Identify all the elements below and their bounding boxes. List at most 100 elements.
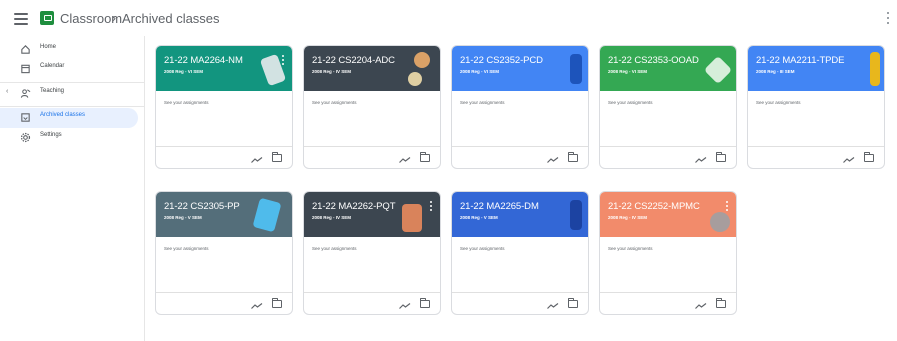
- see-assignments-link[interactable]: See your assignments: [164, 100, 209, 105]
- class-card-title[interactable]: 21-22 CS2353-OOAD: [608, 55, 699, 66]
- card-divider: [156, 146, 292, 147]
- see-assignments-link[interactable]: See your assignments: [312, 246, 357, 251]
- folder-icon[interactable]: [272, 298, 282, 308]
- card-divider: [304, 146, 440, 147]
- class-card-banner[interactable]: 21-22 MA2265-DM 2008 Reg - V SEM: [452, 192, 588, 237]
- classroom-logo-icon[interactable]: [40, 11, 54, 25]
- trending-icon[interactable]: [399, 157, 411, 163]
- class-card-title[interactable]: 21-22 CS2352-PCD: [460, 55, 543, 66]
- class-card-title[interactable]: 21-22 MA2264-NM: [164, 55, 243, 66]
- folder-icon[interactable]: [568, 298, 578, 308]
- banner-illustration: [703, 55, 733, 85]
- class-card-banner[interactable]: 21-22 MA2262-PQT 2008 Reg - IV SEM: [304, 192, 440, 237]
- class-card[interactable]: 21-22 MA2262-PQT 2008 Reg - IV SEM See y…: [303, 191, 441, 315]
- class-card-title[interactable]: 21-22 CS2305-PP: [164, 201, 240, 212]
- trending-icon[interactable]: [251, 157, 263, 163]
- more-options-icon[interactable]: [887, 12, 891, 24]
- class-card[interactable]: 21-22 MA2211-TPDE 2008 Reg - III SEM See…: [747, 45, 885, 169]
- see-assignments-link[interactable]: See your assignments: [164, 246, 209, 251]
- calendar-icon: [21, 64, 30, 74]
- sidebar: Home Calendar ‹ Teaching Archived classe…: [0, 36, 145, 341]
- class-card-banner[interactable]: 21-22 CS2305-PP 2008 Reg - V SEM: [156, 192, 292, 237]
- class-card-banner[interactable]: 21-22 MA2264-NM 2008 Reg - VI SEM: [156, 46, 292, 91]
- more-options-icon[interactable]: [726, 201, 729, 211]
- expand-caret-icon[interactable]: ‹: [6, 88, 8, 95]
- more-options-icon[interactable]: [430, 201, 433, 211]
- main-menu-icon[interactable]: [14, 13, 28, 25]
- more-options-icon[interactable]: [282, 55, 285, 65]
- see-assignments-link[interactable]: See your assignments: [460, 100, 505, 105]
- breadcrumb-separator: ›: [112, 11, 116, 25]
- see-assignments-link[interactable]: See your assignments: [608, 100, 653, 105]
- folder-icon[interactable]: [420, 298, 430, 308]
- class-card-title[interactable]: 21-22 MA2262-PQT: [312, 201, 396, 212]
- class-card-banner[interactable]: 21-22 CS2352-PCD 2008 Reg - VI SEM: [452, 46, 588, 91]
- trending-icon[interactable]: [251, 303, 263, 309]
- folder-icon[interactable]: [864, 152, 874, 162]
- folder-icon[interactable]: [272, 152, 282, 162]
- see-assignments-link[interactable]: See your assignments: [460, 246, 505, 251]
- class-card-subtitle: 2008 Reg - IV SEM: [312, 69, 352, 74]
- sidebar-item-settings[interactable]: Settings: [0, 128, 138, 148]
- trending-icon[interactable]: [399, 303, 411, 309]
- page-title: Archived classes: [122, 11, 220, 26]
- class-card-subtitle: 2008 Reg - IV SEM: [608, 215, 648, 220]
- class-card-subtitle: 2008 Reg - IV SEM: [312, 215, 352, 220]
- sidebar-item-label: Settings: [40, 132, 62, 138]
- class-card[interactable]: 21-22 MA2265-DM 2008 Reg - V SEM See you…: [451, 191, 589, 315]
- class-card[interactable]: 21-22 CS2252-MPMC 2008 Reg - IV SEM See …: [599, 191, 737, 315]
- class-card-subtitle: 2008 Reg - III SEM: [756, 69, 795, 74]
- class-card-title[interactable]: 21-22 MA2265-DM: [460, 201, 539, 212]
- sidebar-item-label: Teaching: [40, 88, 65, 94]
- trending-icon[interactable]: [843, 157, 855, 163]
- sidebar-item-home[interactable]: Home: [0, 40, 138, 60]
- folder-icon[interactable]: [568, 152, 578, 162]
- card-divider: [452, 292, 588, 293]
- banner-illustration: [710, 212, 730, 232]
- sidebar-item-calendar[interactable]: Calendar: [0, 59, 138, 79]
- archive-icon: [21, 113, 30, 122]
- banner-illustration: [408, 72, 422, 86]
- class-card-banner[interactable]: 21-22 CS2353-OOAD 2008 Reg - VI SEM: [600, 46, 736, 91]
- class-card-subtitle: 2008 Reg - VI SEM: [608, 69, 648, 74]
- top-bar: Classroom › Archived classes: [0, 0, 897, 40]
- home-icon: [21, 45, 30, 54]
- see-assignments-link[interactable]: See your assignments: [312, 100, 357, 105]
- folder-icon[interactable]: [716, 298, 726, 308]
- banner-illustration: [870, 52, 880, 86]
- class-card-subtitle: 2008 Reg - V SEM: [460, 215, 498, 220]
- card-divider: [600, 292, 736, 293]
- class-card-title[interactable]: 21-22 CS2252-MPMC: [608, 201, 700, 212]
- see-assignments-link[interactable]: See your assignments: [756, 100, 801, 105]
- class-card-banner[interactable]: 21-22 CS2204-ADC 2008 Reg - IV SEM: [304, 46, 440, 91]
- card-divider: [452, 146, 588, 147]
- trending-icon[interactable]: [547, 303, 559, 309]
- class-card-title[interactable]: 21-22 MA2211-TPDE: [756, 55, 845, 66]
- sidebar-divider: [0, 106, 145, 107]
- class-card-subtitle: 2008 Reg - VI SEM: [460, 69, 500, 74]
- trending-icon[interactable]: [547, 157, 559, 163]
- folder-icon[interactable]: [420, 152, 430, 162]
- class-card-subtitle: 2008 Reg - VI SEM: [164, 69, 204, 74]
- see-assignments-link[interactable]: See your assignments: [608, 246, 653, 251]
- class-card[interactable]: 21-22 MA2264-NM 2008 Reg - VI SEM See yo…: [155, 45, 293, 169]
- class-card-title[interactable]: 21-22 CS2204-ADC: [312, 55, 395, 66]
- sidebar-divider: [0, 82, 145, 83]
- trending-icon[interactable]: [695, 157, 707, 163]
- class-card-banner[interactable]: 21-22 MA2211-TPDE 2008 Reg - III SEM: [748, 46, 884, 91]
- sidebar-item-teaching[interactable]: ‹ Teaching: [0, 84, 138, 104]
- class-card[interactable]: 21-22 CS2353-OOAD 2008 Reg - VI SEM See …: [599, 45, 737, 169]
- sidebar-item-label: Calendar: [40, 63, 65, 69]
- class-card-banner[interactable]: 21-22 CS2252-MPMC 2008 Reg - IV SEM: [600, 192, 736, 237]
- banner-illustration: [402, 204, 422, 232]
- gear-icon: [20, 132, 31, 143]
- card-divider: [304, 292, 440, 293]
- sidebar-item-archived-classes[interactable]: Archived classes: [0, 108, 138, 128]
- class-card[interactable]: 21-22 CS2352-PCD 2008 Reg - VI SEM See y…: [451, 45, 589, 169]
- folder-icon[interactable]: [716, 152, 726, 162]
- class-card[interactable]: 21-22 CS2204-ADC 2008 Reg - IV SEM See y…: [303, 45, 441, 169]
- banner-illustration: [570, 54, 582, 84]
- class-card[interactable]: 21-22 CS2305-PP 2008 Reg - V SEM See you…: [155, 191, 293, 315]
- sidebar-item-label: Archived classes: [40, 112, 86, 118]
- trending-icon[interactable]: [695, 303, 707, 309]
